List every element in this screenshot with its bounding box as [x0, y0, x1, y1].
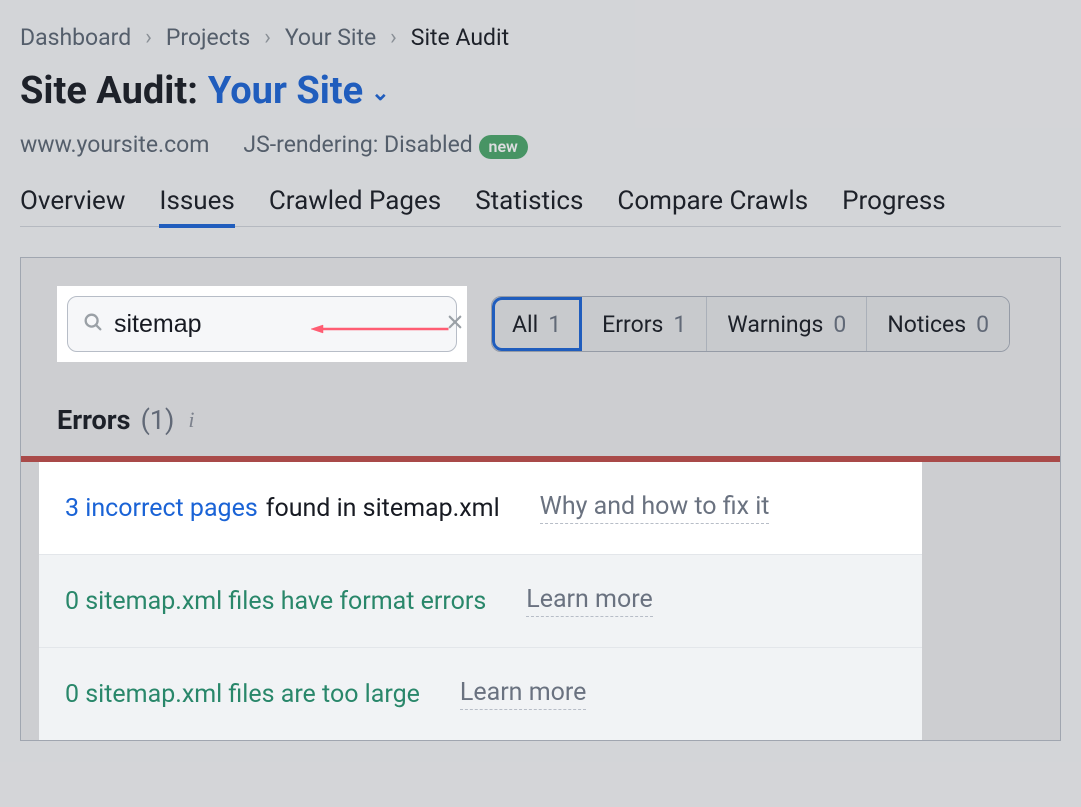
tab-crawled-pages[interactable]: Crawled Pages [269, 186, 441, 216]
filter-all[interactable]: All 1 [492, 297, 582, 351]
project-domain: www.yoursite.com [20, 131, 209, 158]
page-title-prefix: Site Audit: [20, 69, 198, 113]
filter-warnings[interactable]: Warnings 0 [707, 297, 867, 351]
issues-list-highlight: 3 incorrect pages found in sitemap.xml W… [39, 462, 922, 740]
tab-overview[interactable]: Overview [20, 186, 125, 216]
issue-description: found in sitemap.xml [266, 494, 500, 523]
issue-type-filter: All 1 Errors 1 Warnings 0 Notices 0 [491, 296, 1010, 352]
help-link[interactable]: Why and how to fix it [540, 492, 770, 524]
errors-section-heading: Errors (1) i [21, 386, 1060, 456]
search-icon [82, 311, 104, 337]
tab-statistics[interactable]: Statistics [475, 186, 583, 216]
filter-notices[interactable]: Notices 0 [867, 297, 1009, 351]
breadcrumb-item[interactable]: Dashboard [20, 24, 131, 51]
section-label: Errors [57, 404, 131, 436]
filter-label: Errors [602, 311, 663, 338]
section-count: (1) [141, 404, 175, 436]
tab-progress[interactable]: Progress [842, 186, 946, 216]
tab-bar: Overview Issues Crawled Pages Statistics… [20, 186, 1061, 227]
filter-count: 1 [673, 311, 686, 338]
issue-link[interactable]: 0 sitemap.xml files have format errors [65, 587, 486, 616]
filter-count: 0 [833, 311, 846, 338]
filter-count: 0 [976, 311, 989, 338]
filter-label: All [512, 311, 538, 338]
search-input[interactable] [114, 310, 436, 339]
filter-label: Warnings [727, 311, 823, 338]
tab-issues[interactable]: Issues [159, 186, 234, 216]
project-subinfo: www.yoursite.com JS-rendering: Disabled … [20, 131, 1061, 158]
help-link[interactable]: Learn more [460, 678, 586, 710]
breadcrumb-item-current: Site Audit [411, 24, 509, 51]
chevron-right-icon: › [390, 25, 397, 50]
search-box [67, 296, 457, 352]
filter-label: Notices [887, 311, 966, 338]
breadcrumb-item[interactable]: Your Site [285, 24, 376, 51]
issue-row[interactable]: 0 sitemap.xml files have format errors L… [39, 554, 922, 647]
issue-link[interactable]: 3 incorrect pages [65, 494, 258, 523]
issues-panel: All 1 Errors 1 Warnings 0 Notices 0 Erro… [20, 257, 1061, 741]
close-icon[interactable] [446, 312, 464, 337]
chevron-right-icon: › [264, 25, 271, 50]
project-selector[interactable]: Your Site ⌄ [208, 69, 390, 113]
help-link[interactable]: Learn more [526, 585, 652, 617]
chevron-right-icon: › [145, 25, 152, 50]
issue-link[interactable]: 0 sitemap.xml files are too large [65, 680, 420, 709]
new-badge: new [479, 135, 528, 159]
breadcrumb-item[interactable]: Projects [166, 24, 250, 51]
filter-errors[interactable]: Errors 1 [582, 297, 707, 351]
issue-row[interactable]: 0 sitemap.xml files are too large Learn … [39, 647, 922, 740]
page-title: Site Audit: Your Site ⌄ [20, 69, 1061, 113]
chevron-down-icon: ⌄ [371, 81, 389, 106]
info-icon[interactable]: i [188, 407, 194, 433]
filter-count: 1 [548, 311, 561, 338]
search-highlight [57, 286, 467, 362]
tab-compare-crawls[interactable]: Compare Crawls [617, 186, 808, 216]
breadcrumb: Dashboard › Projects › Your Site › Site … [20, 24, 1061, 51]
issue-row[interactable]: 3 incorrect pages found in sitemap.xml W… [39, 462, 922, 554]
js-rendering-status: JS-rendering: Disabled [243, 131, 472, 158]
project-name: Your Site [208, 69, 363, 113]
